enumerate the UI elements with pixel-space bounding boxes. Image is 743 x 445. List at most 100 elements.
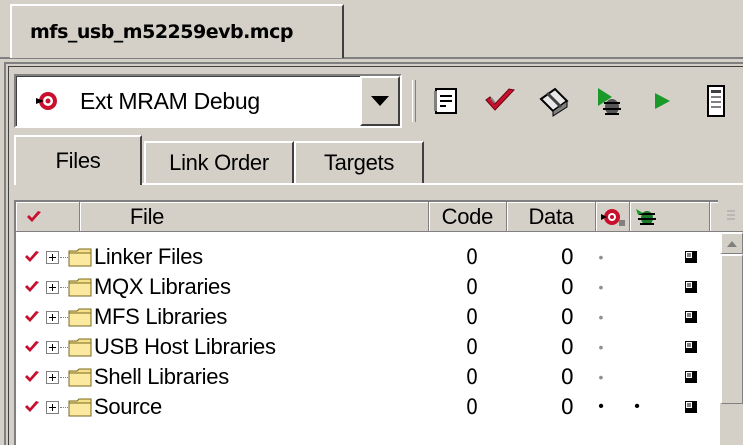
expand-toggle[interactable] (46, 401, 59, 414)
debug-target-icon (600, 208, 625, 226)
table-row[interactable]: USB Host Libraries 0 0 • (16, 332, 721, 362)
file-name: Source (94, 394, 162, 419)
check-icon[interactable] (24, 280, 40, 294)
data-size: 0 (560, 335, 574, 359)
header-data-label: Data (528, 203, 574, 229)
header-bug-column[interactable] (630, 202, 711, 232)
tab-link-order[interactable]: Link Order (144, 141, 294, 183)
data-size: 0 (560, 305, 574, 329)
file-name: MQX Libraries (94, 274, 231, 299)
expand-toggle[interactable] (46, 341, 59, 354)
header-code-label: Code (441, 203, 494, 229)
settings-button[interactable] (426, 81, 466, 121)
bug-icon (636, 208, 657, 225)
tree-line (60, 257, 68, 258)
header-data[interactable]: Data (506, 202, 597, 232)
target-dropdown-value: Ext MRAM Debug (80, 87, 260, 114)
folder-icon (68, 308, 92, 327)
table-row[interactable]: MFS Libraries 0 0 • (16, 302, 721, 332)
expand-toggle[interactable] (46, 371, 59, 384)
folder-icon (68, 278, 92, 297)
header-file[interactable]: File (79, 202, 429, 232)
file-name: USB Host Libraries (94, 334, 276, 359)
run-icon (655, 93, 670, 109)
target-membership-icon[interactable] (684, 250, 698, 264)
tab-link-order-label: Link Order (169, 150, 269, 175)
target-membership-icon[interactable] (684, 370, 698, 384)
synchronize-check-icon (485, 88, 515, 111)
debug-button[interactable] (588, 81, 628, 121)
target-membership-icon[interactable] (684, 310, 698, 324)
chevron-up-icon (727, 240, 737, 247)
debug-target-icon (36, 92, 57, 110)
check-icon[interactable] (24, 400, 40, 414)
settings-icon (434, 88, 457, 114)
table-row[interactable]: MQX Libraries 0 0 • (16, 272, 721, 302)
header-code[interactable]: Code (428, 202, 507, 232)
tree-line (60, 347, 68, 348)
tree-line (60, 317, 68, 318)
scroll-header-corner (718, 200, 743, 232)
data-size: 0 (560, 365, 574, 389)
tree-line (60, 287, 68, 288)
file-name: Shell Libraries (94, 364, 229, 389)
target-dropdown[interactable]: Ext MRAM Debug (14, 74, 402, 128)
folder-icon (68, 248, 92, 267)
file-name: MFS Libraries (94, 304, 228, 329)
header-file-label: File (129, 203, 165, 229)
tree-line (60, 377, 68, 378)
project-toolbar (412, 78, 743, 124)
expand-toggle[interactable] (46, 311, 59, 324)
check-icon (27, 210, 41, 222)
debug-marker[interactable]: • (584, 362, 618, 392)
data-size: 0 (560, 245, 574, 269)
tree-line (60, 407, 68, 408)
debug-icon (598, 88, 621, 115)
table-row[interactable]: Linker Files 0 0 • (16, 242, 721, 272)
target-membership-icon[interactable] (684, 400, 698, 414)
make-icon (539, 87, 569, 117)
debug-marker[interactable]: • (584, 242, 618, 272)
check-icon[interactable] (24, 250, 40, 264)
folder-icon (68, 338, 92, 357)
header-debug-column[interactable] (596, 202, 631, 232)
tabs-baseline (142, 183, 743, 185)
code-size: 0 (465, 275, 478, 299)
document-tab-label: mfs_usb_m52259evb.mcp (30, 21, 293, 43)
expand-toggle[interactable] (46, 251, 59, 264)
target-membership-icon[interactable] (684, 340, 698, 354)
debug-marker[interactable]: • (584, 272, 618, 302)
file-rows: Linker Files 0 0 • MQX Libraries 0 0 • M… (16, 242, 721, 422)
tab-targets-label: Targets (323, 150, 395, 175)
document-tab[interactable]: mfs_usb_m52259evb.mcp (10, 4, 344, 58)
toolbar-grip[interactable] (412, 80, 416, 122)
tab-files[interactable]: Files (14, 135, 142, 185)
dropdown-arrow-button[interactable] (360, 76, 400, 126)
vertical-scrollbar[interactable] (720, 232, 743, 445)
scroll-up-button[interactable] (720, 232, 743, 254)
header-touch-column[interactable] (16, 202, 80, 232)
debug-marker[interactable]: • (584, 332, 618, 362)
run-button[interactable] (642, 81, 682, 121)
bug-marker[interactable]: • (618, 392, 656, 422)
check-icon[interactable] (24, 340, 40, 354)
code-size: 0 (465, 335, 478, 359)
table-row[interactable]: Source 0 0 • • (16, 392, 721, 422)
synchronize-button[interactable] (480, 81, 520, 121)
target-membership-icon[interactable] (684, 280, 698, 294)
table-row[interactable]: Shell Libraries 0 0 • (16, 362, 721, 392)
debug-marker[interactable]: • (584, 302, 618, 332)
data-size: 0 (560, 395, 574, 419)
check-icon[interactable] (24, 370, 40, 384)
project-inspector-icon (707, 85, 725, 117)
code-size: 0 (465, 365, 478, 389)
project-inspector-button[interactable] (696, 81, 736, 121)
debug-marker[interactable]: • (584, 392, 618, 422)
scroll-thumb[interactable] (720, 254, 743, 404)
expand-toggle[interactable] (46, 281, 59, 294)
check-icon[interactable] (24, 310, 40, 324)
tab-targets[interactable]: Targets (294, 141, 424, 183)
make-button[interactable] (534, 81, 574, 121)
file-name: Linker Files (94, 244, 203, 269)
folder-icon (68, 368, 92, 387)
